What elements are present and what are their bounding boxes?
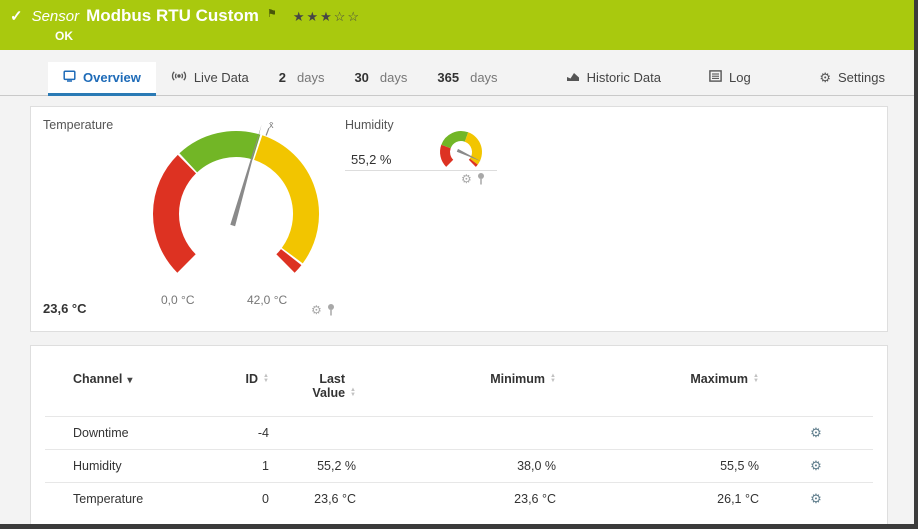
temperature-gauge: x̄ xyxy=(153,120,319,273)
tab-log[interactable]: Log xyxy=(694,62,766,96)
humidity-gauge-tools: ⚙ xyxy=(461,172,486,185)
tab-settings[interactable]: ⚙ Settings xyxy=(804,62,900,96)
column-header-id-label: ID xyxy=(245,372,259,386)
channel-maximum: 26,1 °C xyxy=(556,482,759,515)
sort-icon: ▲ ▼ xyxy=(550,372,556,384)
humidity-divider xyxy=(345,170,497,171)
table-row-humidity: Humidity 1 55,2 % 38,0 % 55,5 % ⚙ xyxy=(45,449,873,483)
humidity-gauge-title: Humidity xyxy=(345,118,394,132)
tab-live-data-label: Live Data xyxy=(193,70,249,85)
channel-id: -4 xyxy=(195,416,269,450)
temperature-gauge-title: Temperature xyxy=(43,118,114,132)
column-header-channel-label: Channel xyxy=(73,372,123,386)
table-row-temperature: Temperature 0 23,6 °C 23,6 °C 26,1 °C ⚙ xyxy=(45,482,873,515)
mean-marker: x̄ xyxy=(269,120,274,130)
tab-log-label: Log xyxy=(728,70,751,85)
settings-gear-icon: ⚙ xyxy=(819,70,832,85)
priority-stars[interactable]: ★★★☆☆ xyxy=(293,9,361,25)
tab-live-data[interactable]: Live Data xyxy=(156,62,264,96)
sensor-header-row: ✓ Sensor Modbus RTU Custom ⚑ ★★★☆☆ xyxy=(10,6,361,26)
channel-settings-icon[interactable]: ⚙ xyxy=(810,491,822,506)
tab-bar: Overview Live Data 2 days 30 days 365 days … xyxy=(0,62,914,96)
sort-icon: ▲ ▼ xyxy=(753,372,759,384)
tab-2-days-number: 2 xyxy=(278,70,286,85)
temperature-scale-min: 0,0 °C xyxy=(161,293,195,307)
column-header-maximum-label: Maximum xyxy=(690,372,749,386)
pin-icon[interactable] xyxy=(326,303,336,316)
column-header-maximum[interactable]: Maximum ▲ ▼ xyxy=(556,372,759,417)
object-kind-label: Sensor xyxy=(31,8,80,25)
pin-icon[interactable] xyxy=(476,172,486,185)
tab-365-days-unit: days xyxy=(470,70,498,85)
humidity-current-value: 55,2 % xyxy=(351,152,392,167)
channel-maximum: 55,5 % xyxy=(556,449,759,483)
chevron-down-icon: ▾ xyxy=(127,375,133,386)
tab-2-days-unit: days xyxy=(296,70,325,85)
tab-2-days[interactable]: 2 days xyxy=(264,62,340,96)
sort-icon: ▲ ▼ xyxy=(263,372,269,384)
tab-30-days[interactable]: 30 days xyxy=(339,62,422,96)
log-icon xyxy=(709,70,722,85)
channel-last-value: 55,2 % xyxy=(269,449,356,483)
tab-30-days-unit: days xyxy=(379,70,408,85)
channel-table-panel: Channel ▾ ID ▲ ▼ Last Value ▲ ▼ Minimum ▲ ▼ Max… xyxy=(30,345,888,529)
channel-last-value: 23,6 °C xyxy=(269,482,356,515)
channel-minimum: 38,0 % xyxy=(356,449,556,483)
sensor-header: ✓ Sensor Modbus RTU Custom ⚑ ★★★☆☆ OK xyxy=(0,0,914,50)
historic-data-icon xyxy=(566,70,580,85)
temperature-gauge-tools: ⚙ xyxy=(311,303,336,316)
column-header-last-value[interactable]: Last Value ▲ ▼ xyxy=(269,372,356,417)
gauge-settings-icon[interactable]: ⚙ xyxy=(461,173,472,185)
tab-30-days-number: 30 xyxy=(354,70,369,85)
humidity-gauge xyxy=(440,131,482,167)
channel-id: 0 xyxy=(195,482,269,515)
table-row-downtime: Downtime -4 ⚙ xyxy=(45,416,873,450)
ok-check-icon: ✓ xyxy=(10,8,23,25)
sort-icon: ▲ ▼ xyxy=(350,386,356,398)
column-header-last-value-label: Last Value xyxy=(312,372,346,400)
tab-historic-data[interactable]: Historic Data xyxy=(551,62,676,96)
channel-table: Channel ▾ ID ▲ ▼ Last Value ▲ ▼ Minimum ▲ ▼ Max… xyxy=(45,372,873,515)
window-edge-right xyxy=(914,0,918,529)
channel-name[interactable]: Downtime xyxy=(45,416,195,450)
column-header-actions xyxy=(759,372,873,417)
flag-icon[interactable]: ⚑ xyxy=(267,7,277,20)
temperature-scale-max: 42,0 °C xyxy=(247,293,288,307)
channel-name[interactable]: Humidity xyxy=(45,449,195,483)
channel-settings-icon[interactable]: ⚙ xyxy=(810,458,822,473)
tab-historic-data-label: Historic Data xyxy=(586,70,661,85)
window-edge-bottom xyxy=(0,524,918,529)
column-header-channel[interactable]: Channel ▾ xyxy=(45,372,195,417)
column-header-minimum[interactable]: Minimum ▲ ▼ xyxy=(356,372,556,417)
channel-minimum xyxy=(356,416,556,450)
tab-365-days[interactable]: 365 days xyxy=(422,62,512,96)
channel-name[interactable]: Temperature xyxy=(45,482,195,515)
column-header-id[interactable]: ID ▲ ▼ xyxy=(195,372,269,417)
channel-id: 1 xyxy=(195,449,269,483)
status-badge: OK xyxy=(55,29,73,43)
live-data-icon xyxy=(171,70,187,85)
channel-last-value xyxy=(269,416,356,450)
tab-overview-label: Overview xyxy=(83,70,141,85)
gauges-panel: Temperature x̄ 23,6 °C 0,0 °C 42,0 °C ⚙ … xyxy=(30,106,888,332)
channel-minimum: 23,6 °C xyxy=(356,482,556,515)
channel-maximum xyxy=(556,416,759,450)
tab-overview[interactable]: Overview xyxy=(48,62,156,96)
table-header-row: Channel ▾ ID ▲ ▼ Last Value ▲ ▼ Minimum ▲ ▼ Max… xyxy=(45,372,873,417)
tab-settings-label: Settings xyxy=(838,70,885,85)
overview-icon xyxy=(63,70,76,85)
sensor-title: Modbus RTU Custom xyxy=(86,6,259,25)
column-header-minimum-label: Minimum xyxy=(490,372,546,386)
prtg-sensor-page: ✓ Sensor Modbus RTU Custom ⚑ ★★★☆☆ OK Ov… xyxy=(0,0,918,529)
temperature-current-value: 23,6 °C xyxy=(43,301,87,316)
channel-settings-icon[interactable]: ⚙ xyxy=(810,425,822,440)
tab-365-days-number: 365 xyxy=(437,70,460,85)
gauge-settings-icon[interactable]: ⚙ xyxy=(311,304,322,316)
